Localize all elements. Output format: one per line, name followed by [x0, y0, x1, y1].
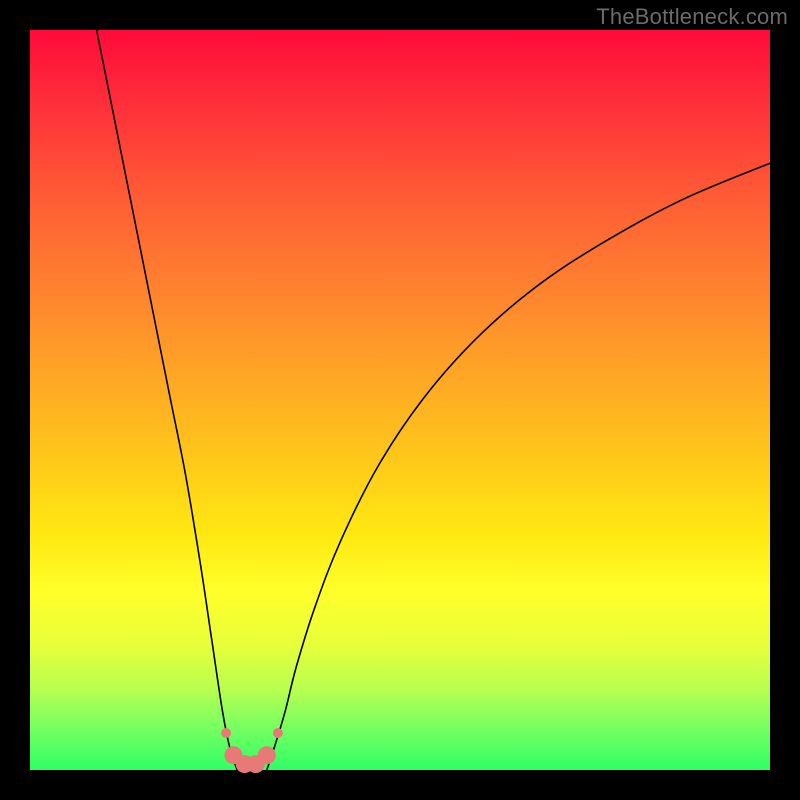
- curve-left-branch: [97, 30, 238, 770]
- watermark-text: TheBottleneck.com: [596, 4, 788, 30]
- chart-canvas: [30, 30, 770, 770]
- marker-point: [221, 728, 231, 738]
- curve-right-branch: [267, 163, 770, 770]
- marker-point: [273, 728, 283, 738]
- plot-svg: [30, 30, 770, 770]
- marker-point: [258, 746, 276, 764]
- marker-group: [221, 728, 283, 773]
